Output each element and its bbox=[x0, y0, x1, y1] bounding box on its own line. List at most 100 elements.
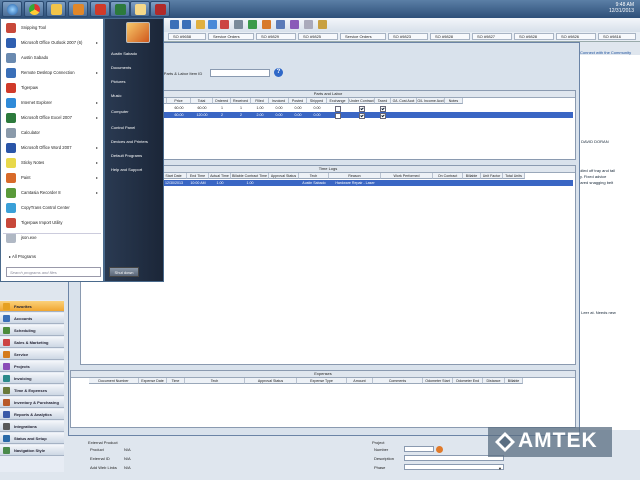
tab-so-9828-2[interactable]: SO #9828 bbox=[514, 33, 554, 40]
back-icon[interactable] bbox=[170, 20, 179, 29]
nav-item[interactable]: Scheduling bbox=[0, 325, 64, 336]
row-checkbox[interactable] bbox=[380, 105, 386, 112]
start-menu-place[interactable]: Music bbox=[111, 93, 121, 98]
row-checkbox[interactable] bbox=[335, 105, 341, 112]
taskbar-tigerpaw-button[interactable] bbox=[90, 1, 110, 17]
tab-service-orders-2[interactable]: Service Orders bbox=[340, 33, 386, 40]
taskbar-mail-button[interactable] bbox=[68, 1, 88, 17]
nav-section-icon bbox=[3, 303, 10, 310]
email-icon[interactable] bbox=[262, 20, 271, 29]
nav-item[interactable]: Invoicing bbox=[0, 373, 64, 384]
nav-item[interactable]: Inventory & Purchasing bbox=[0, 397, 64, 408]
table-cell bbox=[269, 180, 299, 186]
start-menu-program[interactable]: Tigerpaw Import Utility bbox=[3, 216, 101, 230]
tab-so-9823[interactable]: SO #9823 bbox=[388, 33, 428, 40]
clock-date: 12/31/2013 bbox=[608, 8, 634, 14]
start-menu-program[interactable]: Internet Explorer ▸ bbox=[3, 96, 101, 110]
shutdown-button[interactable]: Shut down bbox=[109, 267, 139, 277]
start-menu-place[interactable]: Default Programs bbox=[111, 153, 142, 158]
help-icon[interactable]: ? bbox=[274, 68, 283, 77]
start-menu-places: Austin Sabado Documents Pictures Music Compu… bbox=[104, 18, 164, 282]
taskbar-clock[interactable]: 9:48 AM 12/31/2013 bbox=[609, 2, 634, 14]
open-icon[interactable] bbox=[196, 20, 205, 29]
nav-item[interactable]: Projects bbox=[0, 361, 64, 372]
nav-section-icon bbox=[3, 351, 10, 358]
start-menu-program[interactable]: Snipping Tool bbox=[3, 21, 101, 35]
taskbar-explorer-button[interactable] bbox=[130, 1, 150, 17]
taskbar-folder-button[interactable] bbox=[46, 1, 66, 17]
tab-so-9658[interactable]: SO #9658 bbox=[168, 33, 206, 40]
print-icon[interactable] bbox=[234, 20, 243, 29]
program-icon bbox=[6, 113, 16, 123]
attach-icon[interactable] bbox=[276, 20, 285, 29]
all-programs-button[interactable]: ▸ All Programs bbox=[9, 254, 36, 259]
nav-item[interactable]: Status and Setup bbox=[0, 433, 64, 444]
start-menu-place[interactable]: Control Panel bbox=[111, 125, 135, 130]
table-cell: 1.00 bbox=[256, 106, 264, 110]
start-menu-program[interactable]: CopyTrans Control Center bbox=[3, 201, 101, 215]
chevron-down-icon[interactable]: ▼ bbox=[498, 466, 502, 471]
start-menu-program[interactable]: Microsoft Office Word 2007 ▸ bbox=[3, 141, 101, 155]
nav-item[interactable]: Integrations bbox=[0, 421, 64, 432]
divider bbox=[3, 233, 101, 234]
start-menu-program[interactable]: Tigerpaw bbox=[3, 81, 101, 95]
start-menu-place[interactable]: Pictures bbox=[111, 79, 125, 84]
taskbar-excel-button[interactable] bbox=[110, 1, 130, 17]
taskbar-chrome-button[interactable] bbox=[24, 1, 44, 17]
start-menu-programs: Snipping Tool Microsoft Office Outlook 20… bbox=[0, 18, 104, 282]
start-menu-place[interactable]: Devices and Printers bbox=[111, 139, 148, 144]
search-input[interactable] bbox=[210, 69, 270, 77]
start-menu-place[interactable]: Documents bbox=[111, 65, 131, 70]
project-phase-select[interactable] bbox=[404, 464, 504, 470]
nav-item[interactable]: Service bbox=[0, 349, 64, 360]
nav-item[interactable]: Time & Expenses bbox=[0, 385, 64, 396]
start-search-input[interactable]: Search programs and files bbox=[6, 267, 101, 277]
start-menu-program[interactable]: Austin Sabado bbox=[3, 51, 101, 65]
tab-so-9816[interactable]: SO #9816 bbox=[598, 33, 636, 40]
tab-so-9827[interactable]: SO #9827 bbox=[472, 33, 512, 40]
nav-item[interactable]: Accounts bbox=[0, 313, 64, 324]
forward-icon[interactable] bbox=[182, 20, 191, 29]
start-menu-program[interactable]: Sticky Notes ▸ bbox=[3, 156, 101, 170]
web-links-label[interactable]: Add Web Links bbox=[90, 465, 117, 470]
start-menu-place[interactable]: Help and Support bbox=[111, 167, 142, 172]
start-menu-program[interactable]: Calculator bbox=[3, 126, 101, 140]
refresh-icon[interactable] bbox=[248, 20, 257, 29]
start-menu-program[interactable]: Paint ▸ bbox=[3, 171, 101, 185]
start-menu-program[interactable]: Camtasia Recorder 8 ▸ bbox=[3, 186, 101, 200]
tab-so-9825[interactable]: SO #9825 bbox=[298, 33, 338, 40]
nav-item[interactable]: Reports & Analytics bbox=[0, 409, 64, 420]
tab-service-orders[interactable]: Service Orders bbox=[208, 33, 254, 40]
nav-item[interactable]: Navigation Style bbox=[0, 445, 64, 456]
tab-so-9828[interactable]: SO #9828 bbox=[430, 33, 470, 40]
delete-icon[interactable] bbox=[220, 20, 229, 29]
tab-so-9826[interactable]: SO #9826 bbox=[556, 33, 596, 40]
taskbar-acrobat-button[interactable] bbox=[150, 1, 170, 17]
nav-item[interactable]: Favorites bbox=[0, 301, 64, 312]
nav-item[interactable]: Sales & Marketing bbox=[0, 337, 64, 348]
start-menu-place[interactable]: Computer bbox=[111, 109, 129, 114]
start-orb-button[interactable] bbox=[2, 1, 22, 17]
start-menu-program[interactable]: Remote Desktop Connection ▸ bbox=[3, 66, 101, 80]
project-lookup-icon[interactable] bbox=[436, 446, 443, 453]
table-cell: 12/30/2013 bbox=[165, 181, 183, 185]
start-menu-place[interactable]: Austin Sabado bbox=[111, 51, 137, 56]
row-checkbox[interactable] bbox=[359, 112, 365, 119]
table-cell: 0.00 bbox=[275, 113, 283, 117]
row-checkbox[interactable] bbox=[359, 105, 365, 112]
app-toolbar bbox=[164, 18, 640, 33]
notes-icon[interactable] bbox=[318, 20, 327, 29]
project-number-label: Number bbox=[374, 447, 389, 452]
folder-icon bbox=[50, 3, 62, 15]
project-number-input[interactable] bbox=[404, 446, 434, 452]
program-icon bbox=[6, 173, 16, 183]
start-menu-program[interactable]: Microsoft Office Outlook 2007 (6) ▸ bbox=[3, 36, 101, 50]
start-menu-program[interactable]: Microsoft Office Excel 2007 ▸ bbox=[3, 111, 101, 125]
row-checkbox[interactable] bbox=[380, 112, 386, 119]
row-checkbox[interactable] bbox=[335, 112, 341, 119]
tab-so-9829[interactable]: SO #9829 bbox=[256, 33, 296, 40]
tools-icon[interactable] bbox=[290, 20, 299, 29]
save-icon[interactable] bbox=[208, 20, 217, 29]
table-cell: 0.00 bbox=[294, 113, 302, 117]
copy-icon[interactable] bbox=[304, 20, 313, 29]
